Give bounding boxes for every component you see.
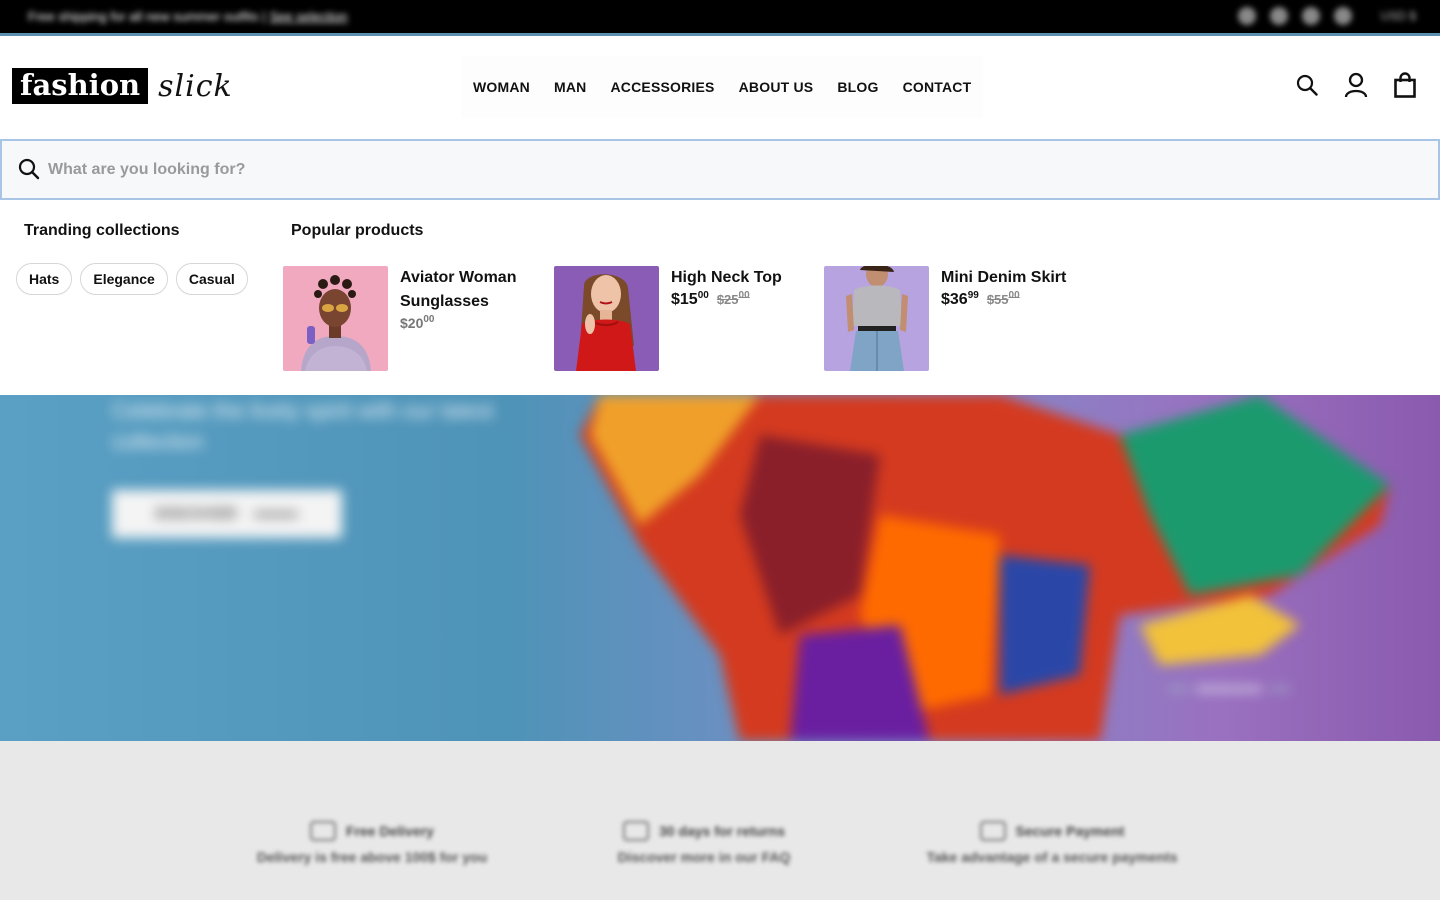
carousel-dot[interactable] [1270,687,1290,691]
feature-desc: Delivery is free above 100$ for you [256,849,488,865]
product-name[interactable]: Mini Denim Skirt [941,266,1071,290]
search-bar [0,139,1440,200]
hero-banner: Celebrate the lively spirit with our lat… [0,395,1440,741]
instagram-icon[interactable] [1302,7,1320,25]
announcement-link[interactable]: See selection [269,9,347,24]
carousel-indicators [1168,687,1290,691]
search-icon [18,158,40,185]
popular-products-title: Popular products [291,222,424,239]
carousel-dot[interactable] [1168,687,1188,691]
product-name[interactable]: Aviator Woman Sunglasses [400,266,530,314]
truck-icon [310,821,337,841]
product-old-price: $2500 [717,290,750,307]
product-card[interactable]: High Neck Top $1500 $2500 [554,266,801,371]
nav-blog[interactable]: BLOG [837,79,878,95]
arrow-right-icon [254,513,298,516]
product-price: $2000 [400,314,434,331]
product-name[interactable]: High Neck Top [671,266,801,290]
logo-boxed-text: fashion [12,68,149,104]
price-cents: 00 [697,290,709,301]
return-icon [622,821,649,841]
old-price-cents: 00 [738,290,750,301]
product-card[interactable]: Aviator Woman Sunglasses $2000 [283,266,530,371]
product-image-high-neck-top[interactable] [554,266,659,371]
lock-icon [979,821,1006,841]
discover-button[interactable]: DISCOVER [112,490,342,538]
currency-selector[interactable]: USD $ [1381,9,1416,23]
tiktok-icon[interactable] [1334,7,1352,25]
trending-collections-title: Tranding collections [24,222,180,239]
carousel-dot-active[interactable] [1196,687,1262,691]
feature-title: Free Delivery [346,823,434,839]
header-actions [1296,72,1416,103]
site-header: fashion slick WOMAN MAN ACCESSORIES ABOU… [0,33,1440,139]
feature-returns: 30 days for returns Discover more in our… [604,821,804,865]
account-icon[interactable] [1344,72,1368,103]
nav-contact[interactable]: CONTACT [903,79,972,95]
price-cents: 99 [967,290,979,301]
nav-man[interactable]: MAN [554,79,586,95]
logo-script-text: slick [158,68,233,104]
product-image-mini-denim-skirt[interactable] [824,266,929,371]
search-input[interactable] [48,153,1408,187]
product-price: $1500 [671,290,709,309]
price-main: $20 [400,315,424,331]
feature-payment: Secure Payment Take advantage of a secur… [902,821,1202,865]
logo[interactable]: fashion slick [12,68,233,104]
pinterest-icon[interactable] [1270,7,1288,25]
product-card[interactable]: Mini Denim Skirt $3699 $5500 [824,266,1071,371]
announcement-message: Free shipping for all new summer outfits… [28,9,266,24]
feature-title: Secure Payment [1015,823,1125,839]
chip-casual[interactable]: Casual [175,263,248,295]
announcement-bar: Free shipping for all new summer outfits… [0,0,1440,33]
feature-desc: Take advantage of a secure payments [926,849,1178,865]
nav-woman[interactable]: WOMAN [473,79,530,95]
feature-title: 30 days for returns [658,823,786,839]
chip-elegance[interactable]: Elegance [80,263,168,295]
product-old-price: $5500 [987,290,1020,307]
chip-hats[interactable]: Hats [16,263,73,295]
feature-delivery: Free Delivery Delivery is free above 100… [236,821,508,865]
nav-about-us[interactable]: ABOUT US [739,79,814,95]
old-price-cents: 00 [1008,290,1020,301]
discover-label: DISCOVER [156,505,238,521]
product-image-sunglasses[interactable] [283,266,388,371]
feature-desc[interactable]: Discover more in our FAQ [604,849,804,865]
price-main: $15 [671,291,698,308]
nav-accessories[interactable]: ACCESSORIES [610,79,714,95]
features-strip: Free Delivery Delivery is free above 100… [0,741,1440,900]
cart-icon[interactable] [1394,72,1416,103]
trending-chips: Hats Elegance Casual [16,263,248,295]
announcement-text: Free shipping for all new summer outfits… [28,9,348,24]
search-icon[interactable] [1296,74,1318,101]
social-icons [1238,7,1352,25]
price-main: $36 [941,291,968,308]
product-price: $3699 [941,290,979,309]
old-price-main: $55 [986,292,1009,307]
old-price-main: $25 [716,292,739,307]
price-cents: 00 [423,314,435,325]
search-dropdown: Tranding collections Hats Elegance Casua… [0,200,1440,395]
hero-subtitle: Celebrate the lively spirit with our lat… [112,398,494,454]
main-nav: WOMAN MAN ACCESSORIES ABOUT US BLOG CONT… [461,56,984,118]
x-icon[interactable] [1238,7,1256,25]
